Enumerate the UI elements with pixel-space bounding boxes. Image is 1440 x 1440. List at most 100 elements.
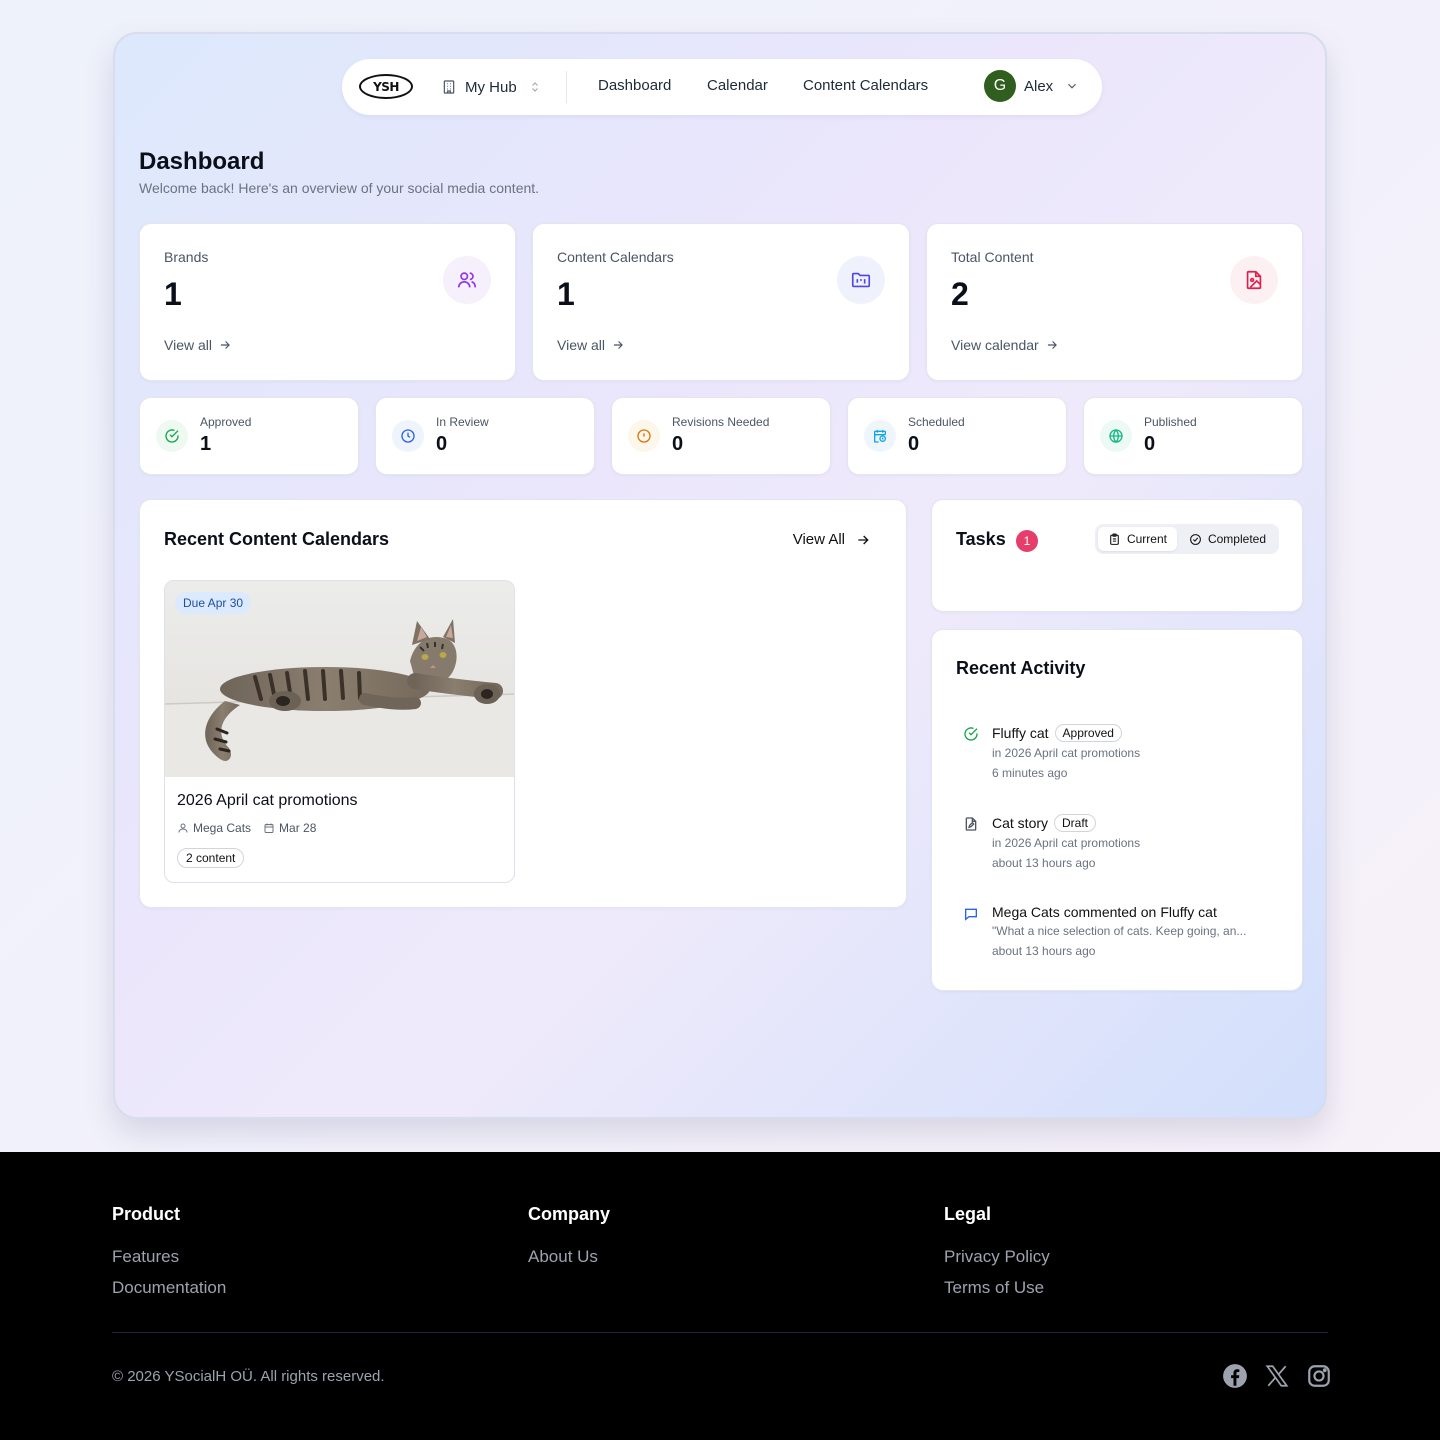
stat-card-brands: Brands 1 View all [139,223,516,381]
footer: Product Features Documentation Company A… [0,1152,1440,1440]
alert-circle-icon [628,420,660,452]
status-value: 1 [200,433,212,455]
clipboard-icon [1110,533,1119,545]
status-card-approved: Approved 1 [139,397,359,475]
stat-value: 1 [557,276,575,312]
view-all-calendars-button[interactable]: View All [793,531,871,548]
calendar-cover-image: Due Apr 30 [165,581,514,777]
users-icon [443,256,491,304]
file-image-icon [1230,256,1278,304]
calendar-date: Mar 28 [279,821,317,835]
content-count-badge: 2 content [177,848,245,868]
avatar-initial: G [993,77,1007,94]
link-label: View all [164,337,212,353]
footer-column-legal: Legal Privacy Policy Terms of Use [944,1204,1050,1309]
tab-label: Current [1126,532,1167,546]
view-all-label: View All [792,531,845,548]
comment-actor: Mega Cats [992,904,1060,920]
calendar-card[interactable]: Due Apr 30 2026 April cat promotions Meg… [164,580,515,883]
nav-link-calendar[interactable]: Calendar [707,77,768,94]
nav-link-dashboard[interactable]: Dashboard [598,77,671,94]
instagram-icon[interactable] [1306,1363,1332,1389]
view-all-brands-link[interactable]: View all [164,337,232,353]
footer-link-about-us[interactable]: About Us [528,1247,610,1267]
recent-calendars-panel: Recent Content Calendars View All Due Ap… [139,499,907,908]
status-value: 0 [672,433,684,455]
footer-link-documentation[interactable]: Documentation [112,1278,226,1298]
user-name: Alex [1024,77,1054,95]
facebook-icon[interactable] [1222,1363,1248,1389]
footer-link-terms-of-use[interactable]: Terms of Use [944,1278,1050,1298]
stat-label: Total Content [951,249,1034,265]
x-icon[interactable] [1264,1363,1290,1389]
nav-divider [566,71,567,103]
calendar-clock-icon [864,420,896,452]
status-value: 0 [908,433,920,455]
hub-switcher[interactable]: My Hub [441,76,541,98]
section-title: Recent Content Calendars [164,529,390,549]
calendar-icon [264,823,274,833]
avatar: G [984,70,1016,102]
top-navbar: YSH My Hub Dashboard Calendar Content Ca… [342,59,1102,115]
page-subtitle: Welcome back! Here's an overview of your… [139,180,540,196]
building-icon [443,80,455,94]
nav-link-content-calendars[interactable]: Content Calendars [803,77,928,94]
activity-item-title: Cat story [992,815,1049,831]
stat-value: 2 [951,276,969,312]
folder-kanban-icon [837,256,885,304]
tasks-toggle: Current Completed [1094,524,1279,554]
status-card-revisions-needed: Revisions Needed 0 [611,397,831,475]
footer-link-features[interactable]: Features [112,1247,226,1267]
footer-column-company: Company About Us [528,1204,610,1278]
tab-completed[interactable]: Completed [1179,527,1276,551]
status-label: Approved [200,415,252,429]
status-card-scheduled: Scheduled 0 [847,397,1067,475]
stat-label: Brands [164,249,209,265]
stat-value: 1 [164,276,182,312]
globe-icon [1100,420,1132,452]
copyright: © 2026 YSocialH OÜ. All rights reserved. [112,1368,385,1385]
activity-title: Recent Activity [956,658,1086,678]
view-calendar-link[interactable]: View calendar [951,337,1059,353]
logo[interactable]: YSH [359,74,413,99]
status-label: Revisions Needed [672,415,770,429]
message-square-icon [965,908,977,921]
status-value: 0 [436,433,448,455]
view-all-calendars-link[interactable]: View all [557,337,625,353]
arrow-right-icon [613,341,623,349]
link-label: View calendar [951,337,1039,353]
file-pen-icon [965,817,977,831]
check-circle-icon [964,727,978,741]
footer-heading: Legal [944,1204,992,1224]
comment-verb: commented on [1063,904,1157,920]
arrow-right-icon [858,535,869,544]
activity-item-context: in 2026 April cat promotions [992,836,1141,850]
activity-item-time: about 13 hours ago [992,944,1096,958]
status-card-published: Published 0 [1083,397,1303,475]
status-label: Scheduled [908,415,965,429]
activity-item-time: about 13 hours ago [992,856,1096,870]
user-menu[interactable]: G Alex [984,70,1079,102]
stat-label: Content Calendars [557,249,674,265]
due-date-badge: Due Apr 30 [175,592,252,614]
footer-column-product: Product Features Documentation [112,1204,226,1309]
app-frame: YSH My Hub Dashboard Calendar Content Ca… [113,32,1327,1119]
check-circle-icon [1190,533,1201,545]
tasks-panel: Tasks 1 Current Completed [931,499,1303,612]
tab-current[interactable]: Current [1097,527,1177,551]
recent-activity-panel: Recent Activity Fluffy cat Approved in 2… [931,629,1303,991]
calendar-meta: Mega Cats Mar 28 [177,821,316,835]
link-label: View all [557,337,605,353]
status-badge: Approved [1054,724,1122,742]
social-links [1222,1363,1332,1389]
footer-link-privacy-policy[interactable]: Privacy Policy [944,1247,1050,1267]
calendar-title: 2026 April cat promotions [177,792,358,809]
tasks-title: Tasks [956,529,1006,549]
footer-divider [112,1332,1328,1333]
stat-card-content-calendars: Content Calendars 1 View all [532,223,910,381]
activity-item-time: 6 minutes ago [992,766,1068,780]
calendar-brand: Mega Cats [193,821,252,835]
footer-heading: Product [112,1204,181,1224]
status-value: 0 [1144,433,1156,455]
user-icon [178,823,188,833]
